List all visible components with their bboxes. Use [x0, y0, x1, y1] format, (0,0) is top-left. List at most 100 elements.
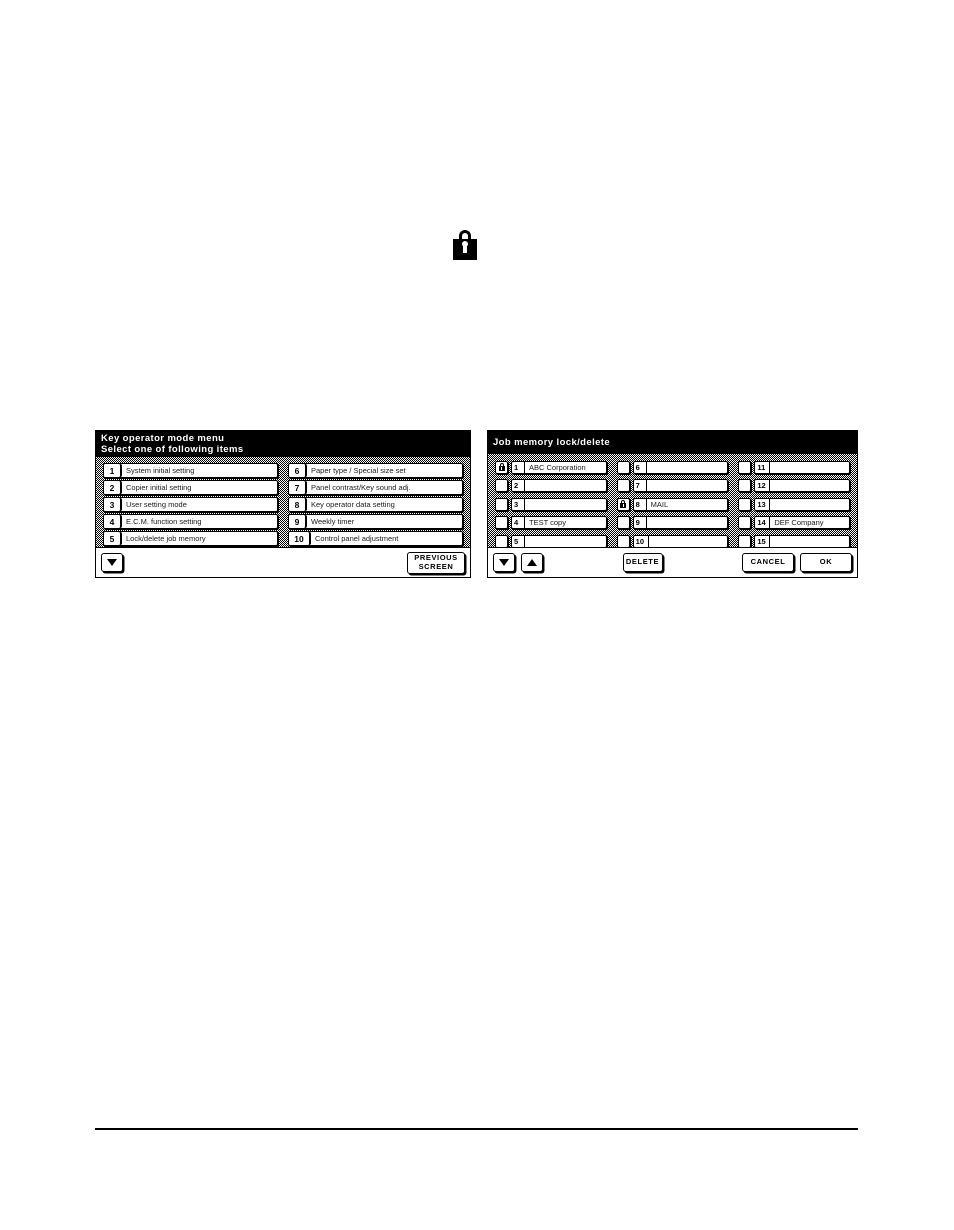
jobmem-row: 12 [738, 479, 851, 493]
jobmem-index: 8 [634, 498, 647, 510]
keyop-item-control-panel-adjustment[interactable]: 10 Control panel adjustment [288, 531, 463, 546]
jobmem-index: 4 [512, 517, 525, 528]
jobmem-lock-toggle[interactable] [495, 460, 508, 474]
jobmem-name: TEST copy [529, 518, 566, 527]
keyop-item-key-operator-data-setting[interactable]: 8 Key operator data setting [288, 497, 463, 512]
ok-button[interactable]: OK [800, 553, 852, 572]
keyop-scroll-down-button[interactable] [101, 553, 123, 572]
keyop-item-label: User setting mode [126, 500, 187, 509]
jobmem-lock-toggle[interactable] [738, 479, 752, 492]
jobmem-lock-toggle[interactable] [616, 479, 630, 492]
jobmem-entry-button[interactable]: 9 [632, 516, 729, 529]
jobmem-lock-toggle[interactable] [616, 497, 630, 511]
keyop-title-line1: Key operator mode menu [101, 433, 225, 444]
jobmem-row: 10 [616, 534, 729, 548]
jobmem-entry-button[interactable]: 4 TEST copy [511, 516, 607, 529]
jobmem-lock-toggle[interactable] [616, 516, 630, 529]
jobmem-index: 5 [512, 535, 525, 547]
jobmem-index: 10 [634, 535, 649, 547]
keyop-item-number: 9 [289, 515, 306, 528]
jobmem-title-bar: Job memory lock/delete [488, 431, 857, 454]
jobmem-index: 3 [512, 498, 525, 510]
jobmem-row: 14 DEF Company [738, 516, 851, 530]
keyop-item-label: Paper type / Special size set [311, 466, 406, 475]
keyop-item-paper-type-special-size-set[interactable]: 6 Paper type / Special size set [288, 463, 463, 478]
jobmem-entry-button[interactable]: 15 [754, 534, 851, 548]
keyop-item-lock-delete-job-memory[interactable]: 5 Lock/delete job memory [103, 531, 278, 546]
jobmem-index: 7 [634, 480, 647, 491]
keyop-action-bar: PREVIOUS SCREEN [96, 547, 470, 577]
cancel-button[interactable]: CANCEL [742, 553, 794, 572]
jobmem-index: 14 [755, 517, 771, 528]
jobmem-scroll-down-button[interactable] [493, 553, 515, 572]
jobmem-row: 11 [738, 460, 851, 474]
arrow-down-icon [499, 559, 509, 566]
keyop-item-user-setting-mode[interactable]: 3 User setting mode [103, 497, 278, 512]
keyop-column-left: 1 System initial setting 2 Copier initia… [100, 461, 281, 548]
keyop-item-label: Key operator data setting [311, 500, 395, 509]
jobmem-entry-button[interactable]: 11 [754, 460, 851, 474]
keyop-menu-body: 1 System initial setting 2 Copier initia… [96, 457, 470, 552]
jobmem-row: 2 [495, 479, 607, 493]
key-operator-mode-menu-panel: Key operator mode menu Select one of fol… [95, 430, 471, 578]
jobmem-lock-toggle[interactable] [616, 460, 630, 474]
lock-icon [498, 463, 505, 471]
jobmem-lock-toggle[interactable] [738, 497, 752, 511]
jobmem-lock-toggle[interactable] [738, 534, 752, 548]
jobmem-entry-button[interactable]: 2 [511, 479, 607, 492]
keyop-item-label: Copier initial setting [126, 483, 192, 492]
keyop-title-bar: Key operator mode menu Select one of fol… [96, 431, 470, 457]
jobmem-lock-toggle[interactable] [495, 534, 508, 548]
jobmem-index: 12 [755, 480, 771, 491]
jobmem-entry-button[interactable]: 1 ABC Corporation [511, 460, 607, 474]
jobmem-entry-button[interactable]: 12 [754, 479, 851, 492]
jobmem-lock-toggle[interactable] [616, 534, 630, 548]
jobmem-lock-toggle[interactable] [738, 460, 752, 474]
jobmem-entry-button[interactable]: 7 [632, 479, 729, 492]
keyop-item-label: Lock/delete job memory [126, 534, 206, 543]
keyop-item-system-initial-setting[interactable]: 1 System initial setting [103, 463, 278, 478]
keyop-item-number: 1 [104, 464, 121, 477]
keyop-item-number: 6 [289, 464, 306, 477]
jobmem-row: 6 [616, 460, 729, 474]
keyop-item-weekly-timer[interactable]: 9 Weekly timer [288, 514, 463, 529]
keyop-item-number: 8 [289, 498, 306, 511]
jobmem-entry-button[interactable]: 8 MAIL [632, 497, 729, 511]
keyop-title-line2: Select one of following items [101, 444, 244, 455]
delete-button[interactable]: DELETE [622, 553, 663, 572]
jobmem-row: 4 TEST copy [495, 516, 607, 530]
arrow-down-icon [107, 559, 117, 566]
jobmem-entry-button[interactable]: 10 [632, 534, 729, 548]
jobmem-index: 9 [634, 517, 647, 528]
jobmem-lock-toggle[interactable] [495, 516, 508, 529]
jobmem-scroll-up-button[interactable] [521, 553, 543, 572]
jobmem-index: 2 [512, 480, 525, 491]
jobmem-row: 8 MAIL [616, 497, 729, 511]
jobmem-entry-button[interactable]: 5 [511, 534, 607, 548]
jobmem-name: MAIL [650, 499, 669, 509]
keyop-item-ecm-function-setting[interactable]: 4 E.C.M. function setting [103, 514, 278, 529]
jobmem-list-body: 1 ABC Corporation 2 3 4 TEST copy 5 6 7 … [488, 454, 857, 554]
jobmem-index: 6 [634, 461, 647, 473]
footer-divider [95, 1128, 858, 1130]
jobmem-entry-button[interactable]: 6 [632, 460, 729, 474]
jobmem-lock-toggle[interactable] [495, 479, 508, 492]
keyop-item-copier-initial-setting[interactable]: 2 Copier initial setting [103, 480, 278, 495]
jobmem-lock-toggle[interactable] [495, 497, 508, 511]
keyop-item-label: Control panel adjustment [315, 534, 399, 543]
jobmem-index: 13 [755, 498, 771, 510]
jobmem-entry-button[interactable]: 14 DEF Company [754, 516, 851, 529]
jobmem-action-bar: DELETE CANCEL OK [488, 547, 857, 577]
jobmem-lock-toggle[interactable] [738, 516, 752, 529]
previous-screen-button[interactable]: PREVIOUS SCREEN [407, 551, 465, 574]
jobmem-entry-button[interactable]: 3 [511, 497, 607, 511]
job-memory-lock-delete-panel: Job memory lock/delete 1 ABC Corporation… [487, 430, 858, 578]
jobmem-row: 9 [616, 516, 729, 530]
padlock-icon [452, 230, 478, 260]
jobmem-index: 11 [755, 461, 771, 473]
keyop-item-panel-contrast-key-sound-adj[interactable]: 7 Panel contrast/Key sound adj. [288, 480, 463, 495]
jobmem-row: 5 [495, 534, 607, 548]
jobmem-entry-button[interactable]: 13 [754, 497, 851, 511]
jobmem-name: DEF Company [774, 518, 824, 527]
arrow-up-icon [527, 559, 537, 566]
